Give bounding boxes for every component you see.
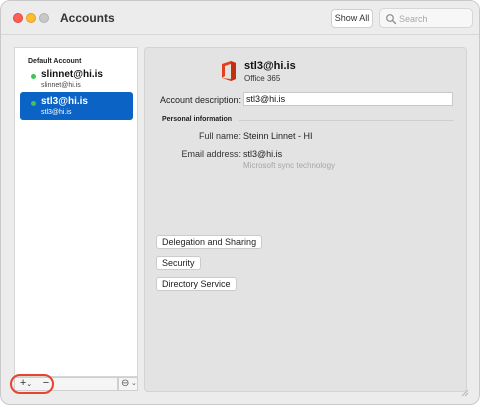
email-address-value: stl3@hi.is [243,149,283,159]
account-title: stl3@hi.is [244,60,296,72]
action-menu-button[interactable]: ⊖ ⌄ [118,377,138,391]
account-item-stl3[interactable]: stl3@hi.is stl3@hi.is [20,92,133,120]
resize-grip-icon[interactable] [461,389,469,397]
action-circle-icon: ⊖ [121,378,130,389]
search-field[interactable] [379,8,473,28]
account-description-field[interactable] [243,92,453,106]
title-bar: Accounts Show All [1,1,479,35]
show-all-button[interactable]: Show All [331,9,373,28]
account-item-slinnet[interactable]: slinnet@hi.is slinnet@hi.is [20,65,133,93]
account-email: slinnet@hi.is [41,82,81,89]
accounts-sidebar: Default Account slinnet@hi.is slinnet@hi… [14,47,138,377]
default-account-header: Default Account [28,58,82,65]
accounts-window: Accounts Show All Default Account slinne… [0,0,480,405]
window-title: Accounts [60,11,115,25]
delegation-and-sharing-button[interactable]: Delegation and Sharing [156,235,263,249]
zoom-window-button[interactable] [39,13,49,23]
chevron-down-icon: ⌄ [131,380,137,387]
account-detail-panel: stl3@hi.is Office 365 Account descriptio… [144,47,467,392]
online-status-icon [31,74,36,79]
search-input[interactable] [399,11,469,26]
section-divider [239,120,454,121]
security-button[interactable]: Security [156,256,201,270]
annotation-highlight-ring [10,374,54,394]
account-email: stl3@hi.is [41,109,72,116]
directory-service-button[interactable]: Directory Service [156,277,237,291]
personal-information-header: Personal information [162,116,233,123]
close-window-button[interactable] [13,13,23,23]
sidebar-bottom-bar: +⌄ − ⊖ ⌄ [10,374,138,394]
account-name: stl3@hi.is [41,96,88,107]
search-icon [386,14,397,25]
sync-technology-note: Microsoft sync technology [243,161,336,170]
email-address-label: Email address: [181,149,241,159]
online-status-icon [31,101,36,106]
full-name-value: Steinn Linnet - HI [243,131,313,141]
account-type: Office 365 [244,74,281,83]
account-name: slinnet@hi.is [41,69,103,80]
full-name-label: Full name: [198,131,241,141]
minimize-window-button[interactable] [26,13,36,23]
office-365-icon [222,61,236,81]
account-description-label: Account description: [159,95,241,105]
